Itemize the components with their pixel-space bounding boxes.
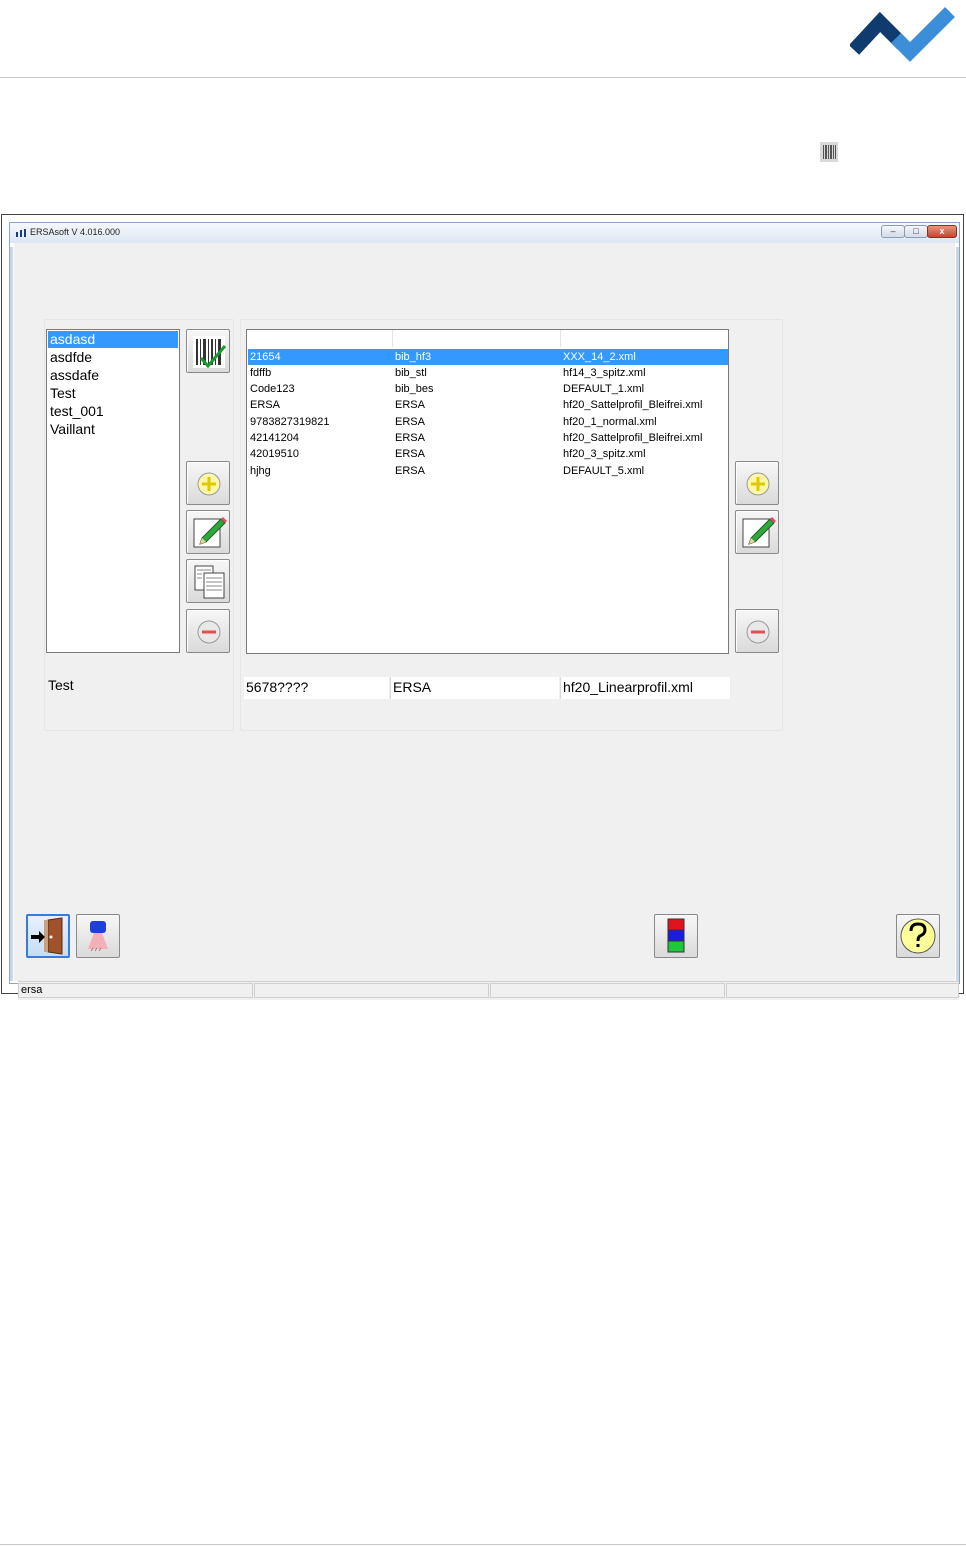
- cell-file: hf14_3_spitz.xml: [563, 367, 646, 379]
- cell-file: hf20_Sattelprofil_Bleifrei.xml: [563, 399, 703, 411]
- status-panel: [490, 983, 725, 998]
- copy-part-button[interactable]: [186, 559, 230, 603]
- table-row[interactable]: Code123 bib_bes DEFAULT_1.xml: [248, 381, 728, 397]
- cell-library: bib_bes: [395, 383, 434, 395]
- copy-documents-icon: [194, 565, 225, 599]
- cell-file: hf20_1_normal.xml: [563, 416, 657, 428]
- pencil-icon: [193, 517, 227, 548]
- edit-profile-button[interactable]: [735, 510, 779, 554]
- table-row[interactable]: ERSA ERSA hf20_Sattelprofil_Bleifrei.xml: [248, 397, 728, 413]
- table-row[interactable]: fdffb bib_stl hf14_3_spitz.xml: [248, 365, 728, 381]
- app-icon: [16, 229, 26, 237]
- table-header: [248, 330, 728, 348]
- add-profile-button[interactable]: [735, 461, 779, 505]
- window-border: [956, 247, 959, 981]
- remove-profile-button[interactable]: [735, 609, 779, 653]
- app-window: ERSAsoft V 4.016.000 – □ x asdasd asdfde…: [9, 222, 960, 1000]
- cell-library: ERSA: [395, 432, 425, 444]
- list-item[interactable]: asdfde: [48, 349, 178, 366]
- table-row[interactable]: hjhg ERSA DEFAULT_5.xml: [248, 463, 728, 479]
- status-panel: [726, 983, 959, 998]
- client-area: asdasd asdfde assdafe Test test_001 Vail…: [14, 243, 959, 1000]
- minus-circle-icon: [197, 620, 221, 644]
- maximize-button[interactable]: □: [904, 225, 928, 238]
- title-bar[interactable]: ERSAsoft V 4.016.000 – □ x: [10, 223, 959, 243]
- cell-code: 42019510: [250, 448, 299, 460]
- cell-code: 42141204: [250, 432, 299, 444]
- color-settings-button[interactable]: [654, 914, 698, 958]
- footer-divider: [0, 1544, 966, 1545]
- list-item[interactable]: asdasd: [48, 331, 178, 348]
- list-item[interactable]: test_001: [48, 403, 178, 420]
- exit-button[interactable]: [26, 914, 70, 958]
- status-bar: ersa: [18, 981, 959, 1000]
- cell-code: 9783827319821: [250, 416, 330, 428]
- file-input[interactable]: hf20_Linearprofil.xml: [560, 677, 730, 699]
- cell-library: ERSA: [395, 399, 425, 411]
- window-border: [10, 247, 13, 981]
- help-button[interactable]: [896, 914, 940, 958]
- close-button[interactable]: x: [927, 225, 957, 238]
- cell-library: ERSA: [395, 465, 425, 477]
- cell-file: hf20_3_spitz.xml: [563, 448, 646, 460]
- cell-file: DEFAULT_1.xml: [563, 383, 645, 395]
- cell-code: 21654: [250, 351, 281, 363]
- company-logo: [850, 7, 955, 62]
- cell-code: hjhg: [250, 465, 271, 477]
- header-divider: [0, 77, 966, 78]
- add-part-button[interactable]: [186, 461, 230, 505]
- camera-icon: [88, 921, 108, 952]
- list-item[interactable]: assdafe: [48, 367, 178, 384]
- table-row[interactable]: 42141204 ERSA hf20_Sattelprofil_Bleifrei…: [248, 430, 728, 446]
- list-item[interactable]: Test: [48, 385, 178, 402]
- cell-library: ERSA: [395, 448, 425, 460]
- plus-circle-icon: [197, 472, 221, 496]
- help-icon: [900, 918, 936, 954]
- barcode-icon: [820, 142, 838, 162]
- parts-list[interactable]: asdasd asdfde assdafe Test test_001 Vail…: [46, 329, 180, 653]
- library-input[interactable]: ERSA: [390, 677, 559, 699]
- cell-library: bib_stl: [395, 367, 427, 379]
- profile-table[interactable]: 21654 bib_hf3 XXX_14_2.xml fdffb bib_stl…: [246, 329, 729, 654]
- table-row[interactable]: 9783827319821 ERSA hf20_1_normal.xml: [248, 414, 728, 430]
- camera-button[interactable]: [76, 914, 120, 958]
- column-divider: [392, 330, 393, 347]
- minus-circle-icon: [746, 620, 770, 644]
- status-panel: [254, 983, 489, 998]
- cell-file: hf20_Sattelprofil_Bleifrei.xml: [563, 432, 703, 444]
- minimize-button[interactable]: –: [881, 225, 905, 238]
- remove-part-button[interactable]: [186, 609, 230, 653]
- cell-library: ERSA: [395, 416, 425, 428]
- table-row[interactable]: 42019510 ERSA hf20_3_spitz.xml: [248, 446, 728, 462]
- part-name-field[interactable]: Test: [48, 677, 74, 693]
- cell-code: ERSA: [250, 399, 280, 411]
- code-input[interactable]: 5678????: [244, 677, 389, 699]
- cell-code: Code123: [250, 383, 295, 395]
- color-stack-icon: [667, 918, 685, 953]
- cell-file: DEFAULT_5.xml: [563, 465, 645, 477]
- table-row[interactable]: 21654 bib_hf3 XXX_14_2.xml: [248, 349, 728, 365]
- barcode-check-icon: [193, 336, 227, 369]
- cell-library: bib_hf3: [395, 351, 432, 363]
- pencil-icon: [742, 517, 776, 548]
- column-divider: [560, 330, 561, 347]
- edit-part-button[interactable]: [186, 510, 230, 554]
- plus-circle-icon: [746, 472, 770, 496]
- window-title: ERSAsoft V 4.016.000: [30, 227, 121, 237]
- status-panel-user: ersa: [18, 983, 253, 998]
- door-exit-icon: [31, 917, 63, 955]
- cell-code: fdffb: [250, 367, 272, 379]
- list-item[interactable]: Vaillant: [48, 421, 178, 438]
- barcode-scan-button[interactable]: [186, 329, 230, 373]
- cell-file: XXX_14_2.xml: [563, 351, 636, 363]
